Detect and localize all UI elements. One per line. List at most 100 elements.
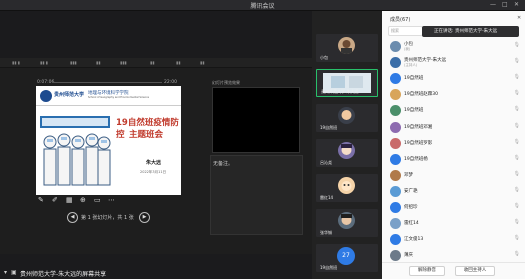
member-name: 江文俊13 <box>404 237 424 243</box>
reclaim-host-button[interactable]: 收回主持人 <box>455 266 495 276</box>
avatar <box>338 37 355 54</box>
member-name: 邓梦 <box>404 172 413 178</box>
member-item[interactable]: 江文俊13 🎙 <box>388 233 520 247</box>
avatar <box>390 218 401 230</box>
video-tile-name: 19自然班 <box>320 125 338 130</box>
video-tile-name: 张华铖 <box>320 230 332 235</box>
member-item[interactable]: 贵州师范大学-朱大远 (主持人) 🎙 <box>388 56 520 70</box>
member-name: 19自然班罗影 <box>404 140 433 146</box>
avatar <box>390 185 401 197</box>
video-tile[interactable]: 27 19自然班 <box>316 244 378 272</box>
slide-date: 2022年3月11日 <box>140 170 167 174</box>
member-mic-icon[interactable]: 🎙 <box>514 58 520 64</box>
zoom-icon[interactable]: ⊕ <box>80 196 86 204</box>
member-item[interactable]: 19自然班赵霖30 🎙 <box>388 88 520 102</box>
member-mic-icon[interactable]: 🎙 <box>514 187 520 193</box>
member-name: 薄庆 <box>404 253 413 259</box>
video-tile[interactable]: 雷红14 <box>316 174 378 202</box>
subtitle-icon[interactable]: ▭ <box>94 196 101 204</box>
member-mic-icon[interactable]: 🎙 <box>514 203 520 209</box>
avatar <box>390 169 401 181</box>
avatar <box>390 202 401 213</box>
video-tile-name: 雷红14 <box>320 195 334 200</box>
toolbar-icon[interactable]: ▮▮ <box>96 60 100 65</box>
next-slide-icon[interactable]: ▶ <box>139 212 150 223</box>
member-item[interactable]: 19自然班罗影 🎙 <box>388 137 520 151</box>
grid-view-icon[interactable]: ▦ <box>66 196 73 204</box>
toolbar-icon[interactable]: ▮▮▮ <box>70 60 77 65</box>
avatar <box>338 142 355 159</box>
member-mic-icon[interactable]: 🎙 <box>514 219 520 225</box>
unmute-all-button[interactable]: 解除静音 <box>409 266 445 276</box>
member-item[interactable]: 何招珍 🎙 <box>388 201 520 215</box>
prev-slide-icon[interactable]: ◀ <box>67 212 78 223</box>
search-input[interactable]: 搜索 <box>388 26 423 36</box>
video-tile-name: 19自然班 <box>320 265 338 270</box>
member-name: 雷红14 <box>404 221 419 227</box>
more-icon[interactable]: ⋯ <box>108 196 115 204</box>
members-title: 成员(67) <box>390 17 411 23</box>
member-item[interactable]: 小包 (我) 🎙 <box>388 40 520 54</box>
video-tile-active[interactable]: 贵州师范大学-朱大远 <box>316 69 378 97</box>
presenter-label: 贵州师范大学-朱大远的屏幕共享 <box>20 271 107 278</box>
toolbar-icon[interactable]: ▮▮ ▮ <box>40 60 48 65</box>
member-mic-icon[interactable]: 🎙 <box>514 42 520 48</box>
member-item[interactable]: 安广艳 🎙 <box>388 185 520 199</box>
slide-title-line2: 主题班会 <box>129 130 164 140</box>
slide-author: 朱大远 <box>146 160 162 166</box>
member-name: 19自然班赵霖30 <box>404 92 438 98</box>
close-icon[interactable]: ✕ <box>517 15 521 21</box>
next-slide-preview <box>212 87 300 153</box>
share-toolbar: ▮▮ ▮ ▮▮ ▮ ▮▮▮ ▮▮ ▮▮▮ ▮▮ ▮▮ ▮▮ <box>0 58 312 68</box>
toolbar-icon[interactable]: ▮▮ ▮ <box>12 60 20 65</box>
toolbar-icon[interactable]: ▮▮▮ <box>120 60 127 65</box>
member-item[interactable]: 19自然班杨 🎙 <box>388 153 520 167</box>
participant-number-avatar: 27 <box>337 247 355 265</box>
member-mic-icon[interactable]: 🎙 <box>514 171 520 177</box>
close-button[interactable]: ✕ <box>514 1 519 8</box>
member-mic-icon[interactable]: 🎙 <box>514 123 520 129</box>
toolbar-icon[interactable]: ▮▮ <box>176 60 180 65</box>
member-mic-icon[interactable]: 🎙 <box>514 155 520 161</box>
toolbar-icon[interactable]: ▮▮ <box>200 60 204 65</box>
video-tile[interactable]: 吕沁尧 <box>316 139 378 167</box>
total-time: 22:00 <box>164 80 177 85</box>
video-tile[interactable]: 张华铖 <box>316 209 378 237</box>
member-mic-icon[interactable]: 🎙 <box>514 90 520 96</box>
members-footer: 解除静音 收回主持人 <box>382 262 525 279</box>
member-role: (我) <box>404 47 411 51</box>
member-name: 19自然班 <box>404 108 424 114</box>
maximize-button[interactable]: □ <box>502 1 508 8</box>
next-slide-heading: 幻灯片预览效果 <box>212 80 240 85</box>
meeting-window: 腾讯会议 — □ ✕ ▮▮ ▮ ▮▮ ▮ ▮▮▮ ▮▮ ▮▮▮ ▮▮ ▮▮ ▮▮… <box>0 0 525 279</box>
member-mic-icon[interactable]: 🎙 <box>514 235 520 241</box>
member-item[interactable]: 雷红14 🎙 <box>388 217 520 231</box>
slide-header: 贵州师范大学 地理与环境科学学院 School of Geography and… <box>36 86 181 106</box>
avatar <box>390 234 401 246</box>
laser-pointer-icon[interactable]: ✐ <box>52 196 58 204</box>
video-tile[interactable]: 小包 <box>316 34 378 62</box>
member-name: 安广艳 <box>404 188 418 194</box>
slide-navigation: ◀ 第 1 张幻灯片，共 1 张 ▶ <box>67 212 150 224</box>
member-mic-icon[interactable]: 🎙 <box>514 74 520 80</box>
avatar <box>390 89 401 101</box>
member-item[interactable]: 19自然班 🎙 <box>388 104 520 118</box>
video-tile-name: 吕沁尧 <box>320 160 332 165</box>
minimize-button[interactable]: — <box>490 1 496 8</box>
member-item[interactable]: 19自然班邓湘 🎙 <box>388 121 520 135</box>
avatar <box>338 177 355 194</box>
member-item[interactable]: 邓梦 🎙 <box>388 169 520 183</box>
slide-counter: 第 1 张幻灯片，共 1 张 <box>81 215 134 221</box>
member-item[interactable]: 19自然班 🎙 <box>388 72 520 86</box>
member-name: 19自然班 <box>404 76 424 82</box>
member-name: 19自然班邓湘 <box>404 124 433 130</box>
member-name: 何招珍 <box>404 205 418 210</box>
pen-icon[interactable]: ✎ <box>38 196 44 204</box>
member-mic-icon[interactable]: 🎙 <box>514 251 520 257</box>
member-mic-icon[interactable]: 🎙 <box>514 139 520 145</box>
avatar <box>338 107 355 124</box>
toolbar-icon[interactable]: ▮▮ <box>150 60 154 65</box>
member-mic-icon[interactable]: 🎙 <box>514 106 520 112</box>
avatar <box>338 212 355 229</box>
video-tile[interactable]: 19自然班 <box>316 104 378 132</box>
